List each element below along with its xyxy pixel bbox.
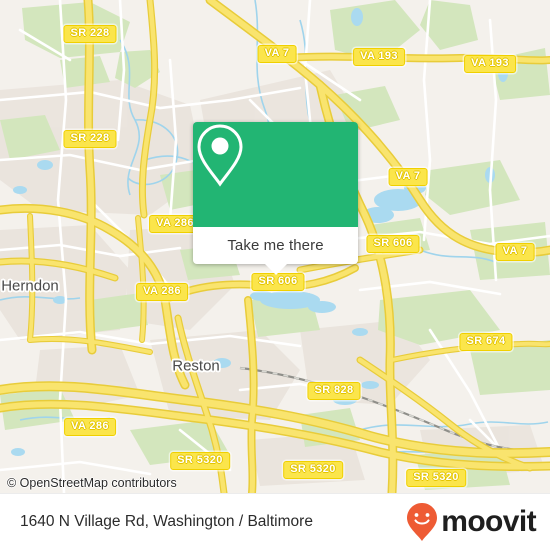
moovit-smiling-pin-icon bbox=[407, 503, 438, 541]
take-me-there-label: Take me there bbox=[227, 237, 324, 254]
map-canvas[interactable]: Herndon Reston SR 228 VA 7 VA 193 VA 193… bbox=[0, 0, 550, 493]
road-shield-sr-5320-east: SR 5320 bbox=[406, 469, 466, 487]
moovit-logo[interactable]: moovit bbox=[405, 502, 537, 542]
road-shield-va-286-south: VA 286 bbox=[64, 418, 116, 436]
place-label-reston: Reston bbox=[172, 357, 220, 375]
road-shield-va-7-east: VA 7 bbox=[495, 243, 535, 261]
road-shield-sr-606-center: SR 606 bbox=[251, 273, 305, 291]
road-shield-va-193-west: VA 193 bbox=[353, 48, 405, 66]
location-popup-card[interactable]: Take me there bbox=[193, 122, 358, 275]
map-screenshot-root: Herndon Reston SR 228 VA 7 VA 193 VA 193… bbox=[0, 0, 550, 550]
road-shield-va-7-north: VA 7 bbox=[257, 45, 297, 63]
road-shield-va-7-mid: VA 7 bbox=[388, 168, 428, 186]
road-shield-va-286-mid: VA 286 bbox=[136, 283, 188, 301]
road-shield-va-193-east: VA 193 bbox=[464, 55, 516, 73]
popup-cta-bar[interactable]: Take me there bbox=[193, 227, 358, 275]
road-shield-sr-828: SR 828 bbox=[307, 382, 361, 400]
map-pin-icon bbox=[197, 124, 243, 187]
place-label-herndon: Herndon bbox=[1, 277, 59, 295]
road-shield-sr-606-east: SR 606 bbox=[366, 235, 420, 253]
road-shield-sr-674: SR 674 bbox=[459, 333, 513, 351]
road-shield-sr-5320-center: SR 5320 bbox=[283, 461, 343, 479]
address-label: 1640 N Village Rd, Washington / Baltimor… bbox=[20, 513, 313, 530]
road-shield-sr-228-south: SR 228 bbox=[63, 130, 117, 148]
popup-marker-panel bbox=[193, 122, 358, 227]
osm-attribution[interactable]: © OpenStreetMap contributors bbox=[7, 476, 177, 490]
moovit-wordmark: moovit bbox=[441, 505, 536, 538]
road-shield-sr-5320-west: SR 5320 bbox=[170, 452, 230, 470]
popup-pointer-tail bbox=[264, 264, 287, 275]
road-shield-sr-228-north: SR 228 bbox=[63, 25, 117, 43]
footer-bar: 1640 N Village Rd, Washington / Baltimor… bbox=[0, 493, 550, 550]
